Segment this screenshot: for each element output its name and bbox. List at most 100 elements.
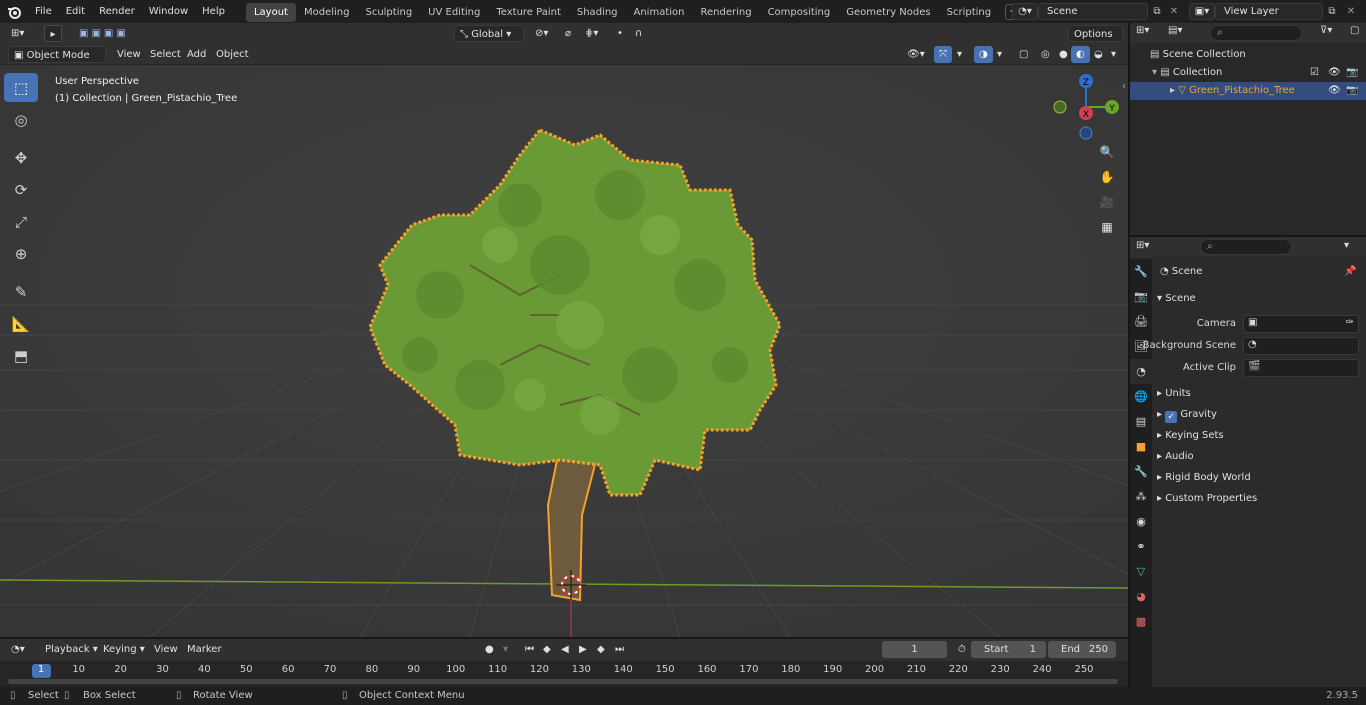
visibility-icon[interactable]: 👁▾ [902,46,930,63]
active-clip-field[interactable]: 🎬 [1243,359,1359,377]
tab-shading[interactable]: Shading [569,3,626,22]
clock-icon[interactable]: ⏱ [953,641,971,658]
jump-start-icon[interactable]: ⏮ [520,641,539,658]
particles-tab-icon[interactable]: ⁂ [1130,484,1152,509]
start-frame-field[interactable]: Start 1 [971,641,1046,658]
falloff-icon[interactable]: ∩ [630,25,647,42]
menu-select[interactable]: Select [145,46,186,63]
cursor-tool-icon[interactable]: ◎ [4,105,38,134]
output-tab-icon[interactable]: 🖨 [1130,309,1152,334]
options-dropdown[interactable]: Options ▾ [1068,25,1123,57]
custom-properties-panel-header[interactable]: ▸ Custom Properties [1157,493,1257,504]
gizmo-dropdown-icon[interactable]: ▾ [952,46,967,63]
overlay-toggle-icon[interactable]: ◑ [974,46,993,63]
transform-orientation-dropdown[interactable]: ⤡ Global ▾ [454,25,524,42]
constraints-tab-icon[interactable]: ⚭ [1130,534,1152,559]
collection-tab-icon[interactable]: ▤ [1130,409,1152,434]
perspective-grid-icon[interactable]: ▦ [1096,216,1118,238]
menu-timeline-view[interactable]: View [149,641,183,658]
blender-logo-icon[interactable] [0,0,28,23]
modifier-tab-icon[interactable]: 🔧 [1130,459,1152,484]
zoom-icon[interactable]: 🔍 [1096,141,1118,163]
outliner-editor-icon[interactable]: ⊞▾ [1136,25,1149,36]
tab-scripting[interactable]: Scripting [939,3,999,22]
tab-compositing[interactable]: Compositing [760,3,839,22]
new-scene-icon[interactable]: ⧉ [1148,3,1166,20]
mode-dropdown[interactable]: ▣ Object Mode [8,46,106,63]
tool-tab-icon[interactable]: 🔧 [1130,259,1152,284]
camera-view-icon[interactable]: 🎥 [1096,191,1118,213]
new-viewlayer-icon[interactable]: ⧉ [1323,3,1341,20]
render-camera-icon[interactable]: 📷 [1346,64,1358,82]
shading-solid-icon[interactable]: ● [1054,46,1073,63]
timeline-editor-icon[interactable]: ◔▾ [6,641,30,658]
tab-sculpting[interactable]: Sculpting [357,3,420,22]
record-icon[interactable]: ● [480,641,499,658]
new-collection-icon[interactable]: ▢ [1350,25,1359,36]
tab-modeling[interactable]: Modeling [296,3,358,22]
menu-object[interactable]: Object [211,46,254,63]
rigid-body-world-panel-header[interactable]: ▸ Rigid Body World [1157,472,1251,483]
visibility-eye-icon[interactable]: 👁 [1328,82,1341,100]
tab-uv-editing[interactable]: UV Editing [420,3,488,22]
background-scene-field[interactable]: ◔ [1243,337,1359,355]
snap-icon[interactable]: ⌀ [560,25,576,42]
menu-marker[interactable]: Marker [182,641,227,658]
tab-animation[interactable]: Animation [626,3,693,22]
material-tab-icon[interactable]: ◕ [1130,584,1152,609]
measure-tool-icon[interactable]: 📐 [4,309,38,338]
menu-edit[interactable]: Edit [59,0,92,23]
render-tab-icon[interactable]: 📷 [1130,284,1152,309]
gravity-panel-header[interactable]: ▸ ✓ Gravity [1157,409,1217,423]
shading-rendered-icon[interactable]: ◒ [1089,46,1108,63]
scene-type-icon[interactable]: ◔▾ [1012,3,1038,20]
tab-layout[interactable]: Layout [245,3,296,22]
filter-icon[interactable]: ⊽▾ [1320,25,1332,36]
keying-sets-panel-header[interactable]: ▸ Keying Sets [1157,430,1224,441]
xray-icon[interactable]: ▢ [1014,46,1033,63]
frame-ruler[interactable]: 1 10 20 30 40 50 60 70 80 90 100 110 120 130 140 150 160… [0,661,1128,687]
expand-arrow-icon[interactable]: ▾ [1152,67,1160,78]
pivot-point-icon[interactable]: ⊘▾ [530,25,553,42]
menu-window[interactable]: Window [142,0,195,23]
next-keyframe-icon[interactable]: ◆ [592,641,610,658]
current-frame-field[interactable]: 1 [882,641,947,658]
properties-editor-icon[interactable]: ⊞▾ [1136,240,1149,251]
move-tool-icon[interactable]: ✥ [4,143,38,172]
properties-options-icon[interactable]: ▾ [1344,240,1349,251]
scene-panel-header[interactable]: ▾ Scene [1157,293,1196,304]
tab-rendering[interactable]: Rendering [692,3,759,22]
gravity-checkbox[interactable]: ✓ [1165,411,1178,423]
scene-selector[interactable]: Scene [1038,3,1148,20]
exclude-checkbox-icon[interactable]: ☑ [1310,64,1319,82]
menu-add[interactable]: Add [182,46,211,63]
end-frame-field[interactable]: End 250 [1048,641,1116,658]
menu-render[interactable]: Render [92,0,142,23]
shading-wireframe-icon[interactable]: ◎ [1036,46,1055,63]
viewlayer-type-icon[interactable]: ▣▾ [1189,3,1215,20]
data-tab-icon[interactable]: ▽ [1130,559,1152,584]
world-tab-icon[interactable]: 🌐 [1130,384,1152,409]
play-icon[interactable]: ▶ [574,641,592,658]
menu-help[interactable]: Help [195,0,232,23]
keyframe-dropdown-icon[interactable]: ▾ [498,641,513,658]
viewlayer-selector[interactable]: View Layer [1215,3,1323,20]
menu-playback[interactable]: Playback ▾ [40,641,103,658]
audio-panel-header[interactable]: ▸ Audio [1157,451,1194,462]
tab-texture-paint[interactable]: Texture Paint [488,3,569,22]
select-box-mode-icons[interactable]: ▣▣▣▣ [74,25,164,42]
menu-keying[interactable]: Keying ▾ [98,641,150,658]
add-cube-tool-icon[interactable]: ⬒ [4,341,38,370]
pin-icon[interactable]: 📌 [1344,266,1356,277]
gizmo-toggle-icon[interactable]: ⤧ [934,46,952,63]
remove-viewlayer-icon[interactable]: ✕ [1343,3,1359,20]
jump-end-icon[interactable]: ⏭ [610,641,629,658]
object-tab-icon[interactable]: ■ [1130,434,1152,459]
properties-search-input[interactable]: ⌕ [1200,239,1292,255]
visibility-eye-icon[interactable]: 👁 [1328,64,1341,82]
rotate-tool-icon[interactable]: ⟳ [4,175,38,204]
outliner-row-scene-collection[interactable]: ▤ Scene Collection [1130,46,1366,64]
select-mode-icon[interactable]: ▸ [44,25,62,42]
outliner-row-collection[interactable]: ▾ ▤ Collection ☑ 👁 📷 [1130,64,1366,82]
units-panel-header[interactable]: ▸ Units [1157,388,1191,399]
